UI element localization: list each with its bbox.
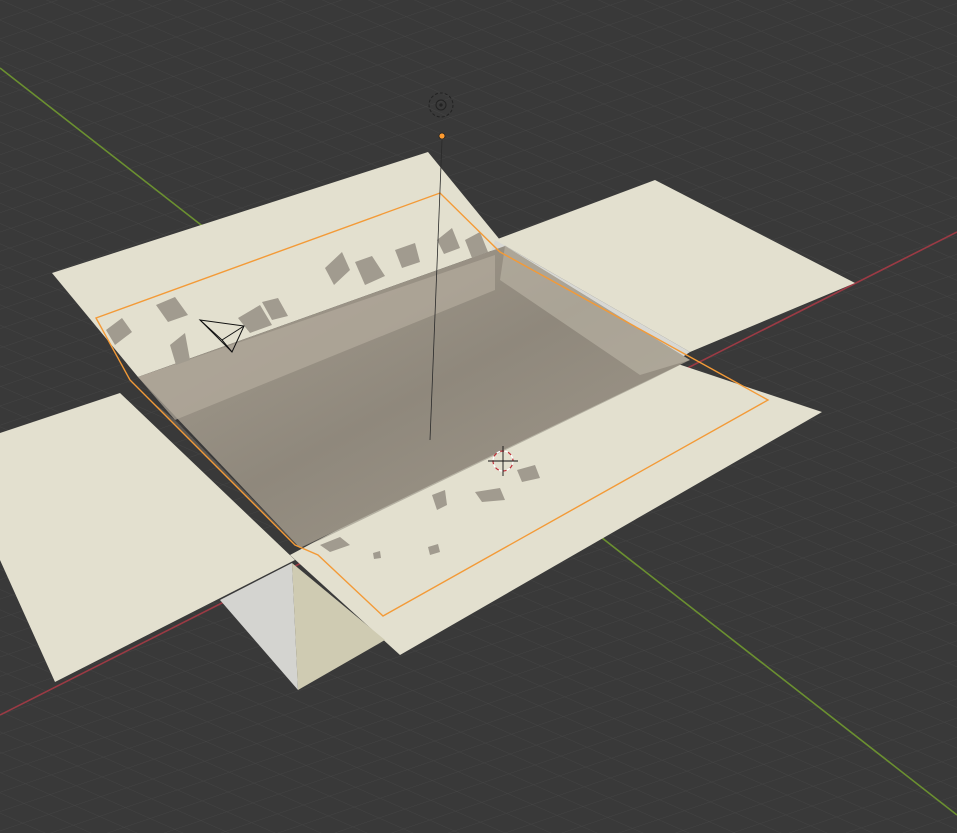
light-origin [438,132,446,140]
viewport-canvas[interactable] [0,0,957,833]
3d-viewport[interactable] [0,0,957,833]
light-icon-center [439,103,443,107]
